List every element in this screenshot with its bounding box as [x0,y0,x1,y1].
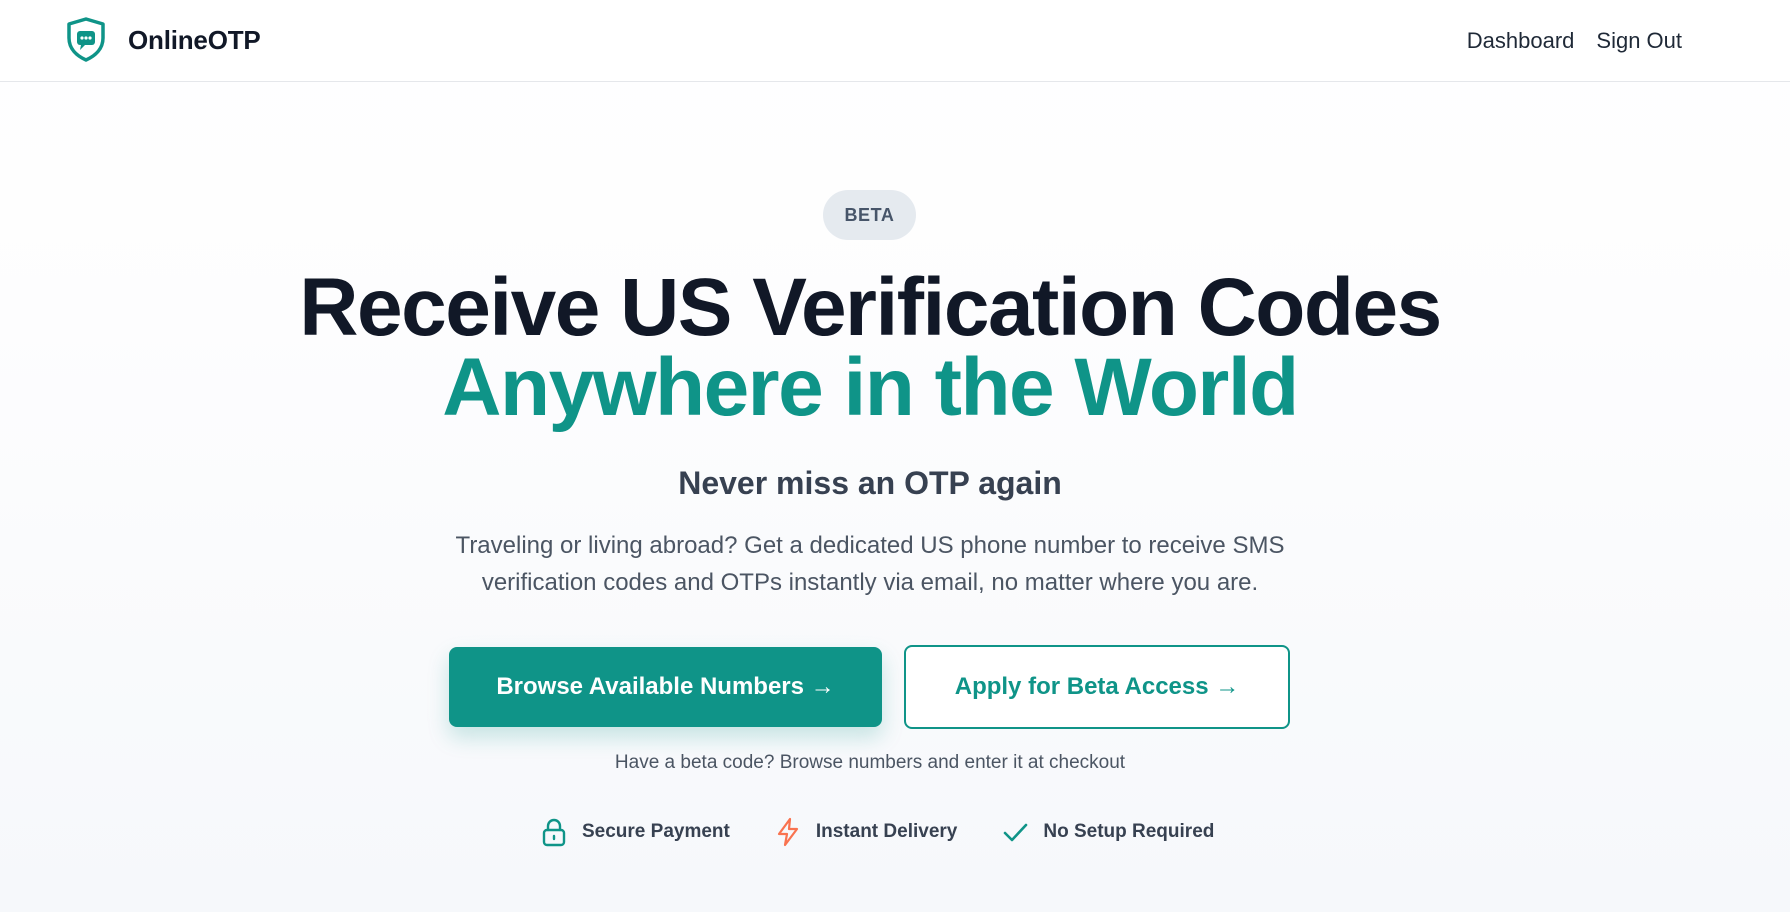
browse-numbers-button[interactable]: Browse Available Numbers → [449,647,882,727]
feature-instant-delivery: Instant Delivery [774,817,958,847]
shield-chat-icon [67,17,105,62]
beta-badge: BETA [823,190,916,240]
feature-label: No Setup Required [1043,821,1215,842]
hero-headline: Receive US Verification Codes [299,262,1442,353]
hero-description-line-1: Traveling or living abroad? Get a dedica… [455,532,1285,559]
beta-code-hint: Have a beta code? Browse numbers and ent… [614,752,1126,773]
nav-sign-out-link[interactable]: Sign Out [1596,28,1682,54]
feature-secure-payment: Secure Payment [540,817,730,847]
brand-name: OnlineOTP [128,24,261,55]
hero-description: Traveling or living abroad? Get a dedica… [0,527,1740,601]
feature-label: Instant Delivery [815,821,958,842]
hero-headline-accent: Anywhere in the World [442,342,1299,433]
nav-dashboard-link[interactable]: Dashboard [1467,28,1575,54]
hero-description-line-2: verification codes and OTPs instantly vi… [481,569,1259,596]
brand-logo-link[interactable]: OnlineOTP [64,16,261,64]
feature-no-setup: No Setup Required [1001,817,1214,847]
feature-list: Secure Payment Instant Delivery No Setup… [540,817,1258,847]
lightning-icon [777,817,798,847]
feature-label: Secure Payment [582,821,730,842]
hero-tagline: Never miss an OTP again [678,465,1062,501]
top-navbar: OnlineOTP Dashboard Sign Out [0,0,1790,82]
lock-icon [542,818,566,847]
check-icon [1004,823,1028,842]
main-nav: Dashboard Sign Out [1467,0,1682,82]
apply-beta-button[interactable]: Apply for Beta Access → [904,645,1290,729]
